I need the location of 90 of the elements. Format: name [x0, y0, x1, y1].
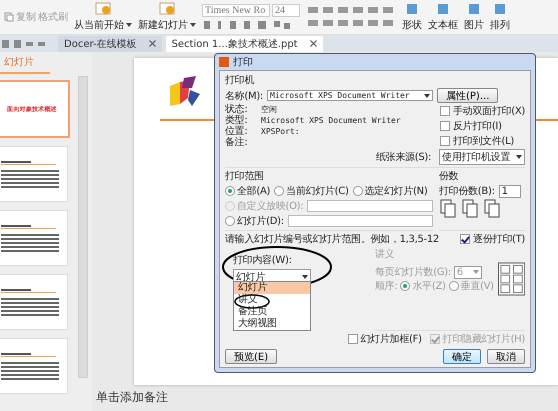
radio-label: 自定义放映(O):: [237, 200, 304, 213]
radio-label: 全部(A): [237, 184, 270, 198]
radio-button[interactable]: [225, 216, 235, 226]
checkbox[interactable]: [440, 136, 450, 146]
field-label: 每页幻灯片数(G):: [375, 266, 451, 279]
checkbox-label: 幻灯片加框(F): [360, 332, 422, 346]
ribbon-button[interactable]: 文本框: [428, 18, 458, 32]
hint-text: 请输入幻灯片编号或幻灯片范围。例如，1,3,5-12: [225, 232, 439, 246]
checkbox-label: 反片打印(I): [453, 120, 502, 133]
dropdown-option[interactable]: 幻灯片: [234, 282, 310, 294]
shape-icon: [405, 2, 419, 16]
caret-icon[interactable]: [126, 23, 132, 27]
font-name-field[interactable]: Times New Ro: [202, 4, 270, 16]
printer-dropdown[interactable]: Microsoft XPS Document Writer: [267, 90, 433, 101]
document-tab[interactable]: Docer-在线模板: [58, 36, 162, 52]
text-lines-drawing: [1, 288, 61, 316]
info-label: 位置:: [225, 126, 248, 137]
close-icon[interactable]: [148, 40, 156, 47]
ribbon-button[interactable]: 从当前开始: [74, 18, 124, 32]
radio-button[interactable]: [352, 186, 363, 196]
group-title: 份数: [439, 170, 458, 183]
shape-icon: [493, 2, 507, 16]
radio-label: 垂直(V): [460, 280, 494, 293]
page-layout-icon: [498, 262, 525, 296]
radio-label: 当前幻灯片(C): [286, 184, 349, 198]
checkbox[interactable]: [440, 106, 450, 116]
document-tab[interactable]: Section 1...象技术概述.ppt: [166, 36, 323, 52]
notes-placeholder[interactable]: 单击添加备注: [96, 385, 558, 411]
info-value: XPSPort:: [261, 126, 300, 137]
caret-icon[interactable]: [190, 23, 196, 27]
slide-thumbnail[interactable]: [0, 274, 68, 330]
radio-label: 选定幻灯片(N): [364, 184, 428, 198]
text-lines-drawing: [1, 352, 61, 380]
field-label: 名称(M):: [225, 90, 263, 102]
info-label: 备注:: [225, 137, 248, 148]
text-lines-drawing: [1, 224, 61, 252]
scrollbar[interactable]: [78, 76, 88, 378]
checkbox[interactable]: [460, 234, 470, 244]
shape-icon: [436, 2, 450, 16]
field-label: 纸张来源(S):: [376, 150, 432, 164]
preview-button[interactable]: 预览(E): [225, 349, 278, 364]
dropdown-option[interactable]: 备注页: [234, 306, 310, 318]
close-icon[interactable]: [310, 40, 317, 47]
checkbox-label: 打印到文件(L): [453, 134, 514, 148]
info-label: 状态:: [225, 104, 248, 115]
field-label: 顺序:: [375, 280, 398, 293]
paper-source-dropdown[interactable]: 使用打印机设置: [439, 149, 525, 165]
checkbox-label: 手动双面打印(X): [453, 104, 525, 118]
info-value: 空闲: [261, 104, 277, 115]
radio-label: 水平(Z): [412, 280, 446, 293]
dropdown-option[interactable]: 讲义: [234, 294, 310, 306]
group-title: 打印机: [225, 74, 254, 87]
ok-button[interactable]: 确定: [443, 349, 481, 364]
caret-icon: [424, 94, 430, 98]
slide-thumbnail[interactable]: [0, 338, 68, 394]
caret-icon: [516, 155, 522, 159]
shape-icon: [467, 2, 481, 16]
dialog-title: 打印: [233, 56, 253, 69]
cancel-button[interactable]: 取消: [487, 349, 525, 364]
slide-thumbnail[interactable]: [0, 146, 68, 202]
copies-field[interactable]: 1: [498, 184, 521, 198]
properties-button[interactable]: 属性(P)...: [437, 88, 498, 103]
info-label: 类型:: [225, 115, 248, 126]
format-buttons-drawing[interactable]: [202, 18, 292, 30]
font-size-field[interactable]: 24: [272, 4, 300, 16]
checkbox-label: 打印隐藏幻灯片(H): [442, 332, 525, 346]
field-label: 打印份数(B):: [439, 184, 495, 198]
ribbon-button[interactable]: 形状: [402, 18, 422, 32]
caret-icon: [302, 275, 308, 279]
group-title: 讲义: [375, 248, 394, 261]
copy-icon[interactable]: [4, 12, 14, 22]
input-field[interactable]: [288, 215, 433, 227]
field-label: 打印内容(W):: [233, 254, 292, 267]
caret-icon: [472, 270, 479, 274]
slide-thumbnail[interactable]: [0, 210, 68, 266]
ribbon-button[interactable]: 图片: [464, 18, 484, 32]
checkbox[interactable]: [440, 121, 450, 131]
ribbon-button[interactable]: 排列: [490, 18, 510, 32]
dropdown-option[interactable]: 大纲视图: [234, 318, 310, 330]
radio-label: 幻灯片(D):: [237, 214, 284, 228]
checkbox-label: 逐份打印(T): [473, 232, 525, 246]
ribbon-button[interactable]: 新建幻灯片: [138, 18, 188, 32]
app-icon: [219, 57, 229, 67]
radio-button[interactable]: [225, 186, 235, 196]
radio-button[interactable]: [274, 186, 284, 196]
input-field[interactable]: [307, 200, 433, 212]
info-value: Microsoft XPS Document Writer: [261, 115, 401, 126]
checkbox[interactable]: [348, 334, 358, 344]
group-title: 打印范围: [225, 170, 264, 183]
text-lines-drawing: [1, 160, 61, 188]
